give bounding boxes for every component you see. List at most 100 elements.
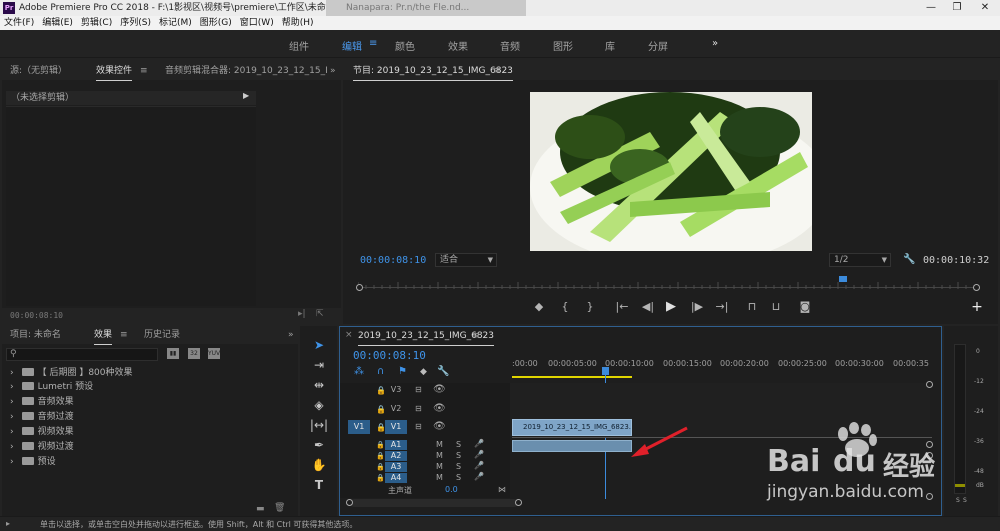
panel-menu-icon[interactable]: ≡ — [140, 62, 148, 80]
more-workspaces-icon[interactable]: » — [712, 38, 718, 49]
trash-icon[interactable]: 🗑 — [274, 503, 285, 513]
mark-in-icon[interactable]: { — [558, 300, 572, 314]
workspace-color[interactable]: 颜色 — [395, 38, 415, 53]
solo-left-button[interactable]: S — [956, 497, 960, 504]
program-playhead[interactable] — [839, 276, 847, 282]
close-sequence-icon[interactable]: × — [345, 330, 353, 340]
vscroll-knob[interactable] — [926, 381, 933, 388]
scrub-start-knob[interactable] — [356, 284, 363, 291]
workspace-editing[interactable]: 编辑 — [342, 38, 362, 53]
source-patch-v1[interactable]: V1 — [348, 420, 370, 434]
effects-menu-icon[interactable]: ≡ — [120, 326, 128, 344]
list-item[interactable]: › 音频效果 — [10, 395, 74, 409]
expand-arrow-icon[interactable]: ▶ — [243, 91, 249, 100]
export-frame-camera-icon[interactable]: ◙ — [798, 300, 812, 314]
lock-icon[interactable]: 🔒 — [376, 463, 385, 471]
eye-icon[interactable]: 👁 — [433, 403, 446, 414]
work-area-bar[interactable] — [512, 376, 632, 378]
menu-help[interactable]: 帮助(H) — [278, 16, 318, 30]
lift-icon[interactable]: ⊓ — [745, 300, 759, 314]
play-icon[interactable]: ▶ — [664, 300, 678, 314]
add-button-icon[interactable]: + — [970, 300, 984, 314]
scroll-knob[interactable] — [346, 499, 353, 506]
minimize-icon[interactable]: — — [918, 0, 944, 16]
program-menu-icon[interactable]: ≡ — [493, 62, 501, 80]
tab-effects[interactable]: 效果 — [94, 326, 113, 345]
go-to-in-icon[interactable]: |← — [615, 300, 629, 314]
list-item[interactable]: › Lumetri 预设 — [10, 380, 93, 394]
tab-project[interactable]: 项目: 未命名 — [10, 326, 61, 344]
background-window-tab[interactable]: Nanapara: Pr.n/the Fle.nd... — [326, 0, 526, 16]
video-clip[interactable]: 2019_10_23_12_15_IMG_6823.MO — [512, 419, 632, 436]
step-forward-icon[interactable]: |▶ — [690, 300, 704, 314]
accelerated-effects-icon[interactable]: ▮▮ — [167, 348, 179, 359]
microphone-icon[interactable]: 🎤 — [474, 461, 484, 470]
track-label-a3[interactable]: A3 — [385, 462, 407, 472]
lock-icon[interactable]: 🔒 — [376, 474, 385, 482]
close-icon[interactable]: ✕ — [972, 0, 998, 16]
marker-icon[interactable]: ◆ — [420, 367, 427, 377]
tab-effect-controls[interactable]: 效果控件 — [96, 62, 133, 81]
mute-button[interactable]: M — [436, 440, 443, 449]
solo-button[interactable]: S — [456, 462, 461, 471]
list-item[interactable]: › 音频过渡 — [10, 410, 74, 424]
list-item[interactable]: › 【 后期圈 】800种效果 — [10, 366, 133, 380]
program-timecode[interactable]: 00:00:08:10 — [360, 255, 426, 266]
32bit-effects-icon[interactable]: 32 — [188, 348, 200, 359]
quality-dropdown[interactable]: 1/2 ▼ — [829, 253, 891, 267]
list-item[interactable]: › 视频效果 — [10, 425, 74, 439]
workspace-assembly[interactable]: 组件 — [289, 38, 309, 53]
sync-lock-icon[interactable]: ⊟ — [415, 422, 422, 431]
type-tool-icon[interactable]: T — [309, 476, 329, 494]
program-title[interactable]: 节目: 2019_10_23_12_15_IMG_6823 — [353, 62, 513, 81]
workspace-split[interactable]: 分屏 — [648, 38, 668, 53]
tab-audio-clip-mixer[interactable]: 音频剪辑混合器: 2019_10_23_12_15_I — [165, 62, 328, 80]
go-to-end-icon[interactable]: ⋈ — [498, 485, 506, 494]
track-label-v3[interactable]: V3 — [385, 383, 407, 397]
workspace-graphics[interactable]: 图形 — [553, 38, 573, 53]
maximize-icon[interactable]: ❐ — [944, 0, 970, 16]
workspace-libraries[interactable]: 库 — [605, 38, 615, 53]
step-back-icon[interactable]: ◀| — [641, 300, 655, 314]
new-folder-icon[interactable]: ▬ — [256, 504, 265, 514]
selection-tool-icon[interactable]: ➤ — [309, 336, 329, 354]
sync-lock-icon[interactable]: ⊟ — [415, 404, 422, 413]
add-marker-flag-icon[interactable]: ⚑ — [398, 366, 407, 377]
more-tabs-icon[interactable]: » — [288, 326, 294, 344]
track-select-tool-icon[interactable]: ⇥ — [309, 356, 329, 374]
more-tabs-icon[interactable]: » — [330, 62, 336, 80]
track-label-v2[interactable]: V2 — [385, 402, 407, 416]
menu-clip[interactable]: 剪辑(C) — [77, 16, 116, 30]
mark-out-icon[interactable]: } — [583, 300, 597, 314]
menu-marker[interactable]: 标记(M) — [155, 16, 196, 30]
menu-edit[interactable]: 编辑(E) — [38, 16, 77, 30]
track-label-v1[interactable]: V1 — [385, 420, 407, 434]
menu-graphics[interactable]: 图形(G) — [196, 16, 236, 30]
audio-clip[interactable] — [512, 440, 632, 452]
sequence-menu-icon[interactable]: ≡ — [472, 327, 480, 345]
fit-dropdown[interactable]: 适合 ▼ — [435, 253, 497, 267]
solo-button[interactable]: S — [456, 440, 461, 449]
settings-wrench-icon[interactable]: 🔧 — [903, 254, 915, 265]
sync-lock-icon[interactable]: ⊟ — [415, 385, 422, 394]
list-item[interactable]: › 预设 — [10, 455, 56, 469]
list-item[interactable]: › 视频过渡 — [10, 440, 74, 454]
tab-history[interactable]: 历史记录 — [144, 326, 180, 344]
track-label-a4[interactable]: A4 — [385, 473, 407, 483]
slip-tool-icon[interactable]: |↔| — [309, 416, 329, 434]
workspace-audio[interactable]: 音频 — [500, 38, 520, 53]
master-volume-value[interactable]: 0.0 — [445, 485, 458, 494]
linked-selection-icon[interactable]: ∩ — [377, 366, 384, 377]
menu-window[interactable]: 窗口(W) — [236, 16, 278, 30]
extract-icon[interactable]: ⊔ — [769, 300, 783, 314]
microphone-icon[interactable]: 🎤 — [474, 450, 484, 459]
export-frame-icon[interactable]: ⇱ — [316, 309, 324, 319]
solo-button[interactable]: S — [456, 451, 461, 460]
ripple-edit-tool-icon[interactable]: ⇹ — [309, 376, 329, 394]
eye-icon[interactable]: 👁 — [433, 384, 446, 395]
timeline-header-scrollbar[interactable] — [350, 499, 518, 507]
solo-button[interactable]: S — [456, 473, 461, 482]
mute-button[interactable]: M — [436, 451, 443, 460]
workspace-menu-icon[interactable]: ≡ — [369, 38, 377, 49]
menu-sequence[interactable]: 序列(S) — [116, 16, 155, 30]
